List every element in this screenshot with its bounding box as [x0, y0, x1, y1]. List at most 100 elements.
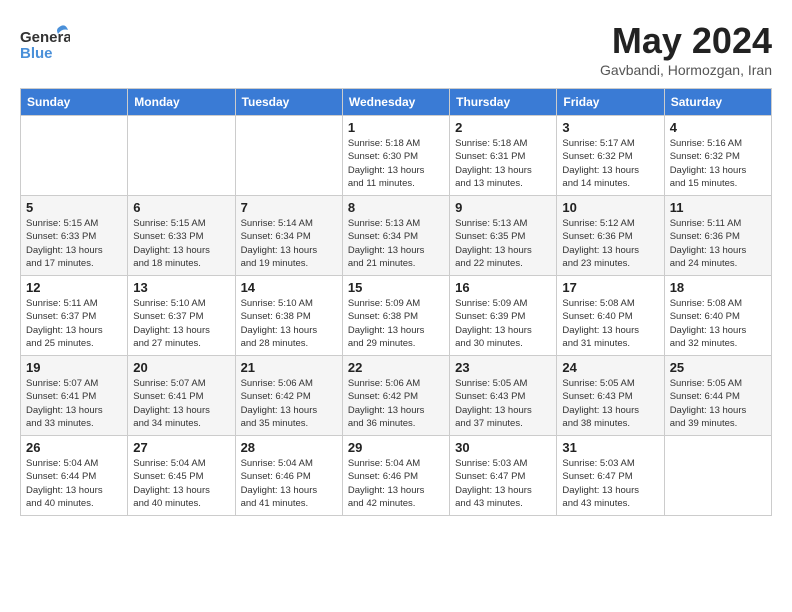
calendar-week-row: 19 Sunrise: 5:07 AM Sunset: 6:41 PM Dayli…	[21, 356, 772, 436]
day-info: Sunrise: 5:04 AM Sunset: 6:46 PM Dayligh…	[241, 457, 337, 510]
day-info: Sunrise: 5:10 AM Sunset: 6:37 PM Dayligh…	[133, 297, 229, 350]
day-info: Sunrise: 5:15 AM Sunset: 6:33 PM Dayligh…	[133, 217, 229, 270]
day-number: 27	[133, 440, 229, 455]
calendar-week-row: 5 Sunrise: 5:15 AM Sunset: 6:33 PM Daylig…	[21, 196, 772, 276]
day-number: 29	[348, 440, 444, 455]
calendar-cell: 9Sunrise: 5:13 AM Sunset: 6:35 PM Daylig…	[450, 196, 557, 276]
day-info: Sunrise: 5:18 AM Sunset: 6:31 PM Dayligh…	[455, 137, 551, 190]
calendar-cell: 3Sunrise: 5:17 AM Sunset: 6:32 PM Daylig…	[557, 116, 664, 196]
calendar-cell: 21Sunrise: 5:06 AM Sunset: 6:42 PM Dayli…	[235, 356, 342, 436]
day-number: 8	[348, 200, 444, 215]
calendar-cell: 25 Sunrise: 5:05 AM Sunset: 6:44 PM Dayli…	[664, 356, 771, 436]
calendar-cell: 26 Sunrise: 5:04 AM Sunset: 6:44 PM Dayli…	[21, 436, 128, 516]
calendar-cell: 10 Sunrise: 5:12 AM Sunset: 6:36 PM Dayli…	[557, 196, 664, 276]
calendar-cell: 18 Sunrise: 5:08 AM Sunset: 6:40 PM Dayli…	[664, 276, 771, 356]
day-number: 26	[26, 440, 122, 455]
calendar-cell: 4Sunrise: 5:16 AM Sunset: 6:32 PM Daylig…	[664, 116, 771, 196]
day-info: Sunrise: 5:14 AM Sunset: 6:34 PM Dayligh…	[241, 217, 337, 270]
day-number: 24	[562, 360, 658, 375]
day-info: Sunrise: 5:10 AM Sunset: 6:38 PM Dayligh…	[241, 297, 337, 350]
calendar-cell: 16 Sunrise: 5:09 AM Sunset: 6:39 PM Dayli…	[450, 276, 557, 356]
day-number: 30	[455, 440, 551, 455]
day-info: Sunrise: 5:05 AM Sunset: 6:43 PM Dayligh…	[562, 377, 658, 430]
weekday-header: Tuesday	[235, 89, 342, 116]
calendar-cell: 27Sunrise: 5:04 AM Sunset: 6:45 PM Dayli…	[128, 436, 235, 516]
day-info: Sunrise: 5:15 AM Sunset: 6:33 PM Dayligh…	[26, 217, 122, 270]
day-info: Sunrise: 5:04 AM Sunset: 6:44 PM Dayligh…	[26, 457, 122, 510]
day-info: Sunrise: 5:07 AM Sunset: 6:41 PM Dayligh…	[26, 377, 122, 430]
day-info: Sunrise: 5:18 AM Sunset: 6:30 PM Dayligh…	[348, 137, 444, 190]
calendar-table: SundayMondayTuesdayWednesdayThursdayFrid…	[20, 88, 772, 516]
day-number: 10	[562, 200, 658, 215]
location-text: Gavbandi, Hormozgan, Iran	[600, 62, 772, 78]
day-number: 2	[455, 120, 551, 135]
logo: General Blue	[20, 20, 70, 70]
calendar-week-row: 12 Sunrise: 5:11 AM Sunset: 6:37 PM Dayli…	[21, 276, 772, 356]
day-number: 16	[455, 280, 551, 295]
day-number: 15	[348, 280, 444, 295]
day-info: Sunrise: 5:03 AM Sunset: 6:47 PM Dayligh…	[455, 457, 551, 510]
day-info: Sunrise: 5:11 AM Sunset: 6:37 PM Dayligh…	[26, 297, 122, 350]
calendar-cell: 30 Sunrise: 5:03 AM Sunset: 6:47 PM Dayli…	[450, 436, 557, 516]
calendar-cell: 31 Sunrise: 5:03 AM Sunset: 6:47 PM Dayli…	[557, 436, 664, 516]
calendar-cell: 5 Sunrise: 5:15 AM Sunset: 6:33 PM Daylig…	[21, 196, 128, 276]
day-info: Sunrise: 5:04 AM Sunset: 6:46 PM Dayligh…	[348, 457, 444, 510]
day-number: 18	[670, 280, 766, 295]
day-info: Sunrise: 5:03 AM Sunset: 6:47 PM Dayligh…	[562, 457, 658, 510]
calendar-cell: 15 Sunrise: 5:09 AM Sunset: 6:38 PM Dayli…	[342, 276, 449, 356]
day-info: Sunrise: 5:12 AM Sunset: 6:36 PM Dayligh…	[562, 217, 658, 270]
day-number: 11	[670, 200, 766, 215]
calendar-cell: 1 Sunrise: 5:18 AM Sunset: 6:30 PM Daylig…	[342, 116, 449, 196]
calendar-cell	[128, 116, 235, 196]
title-block: May 2024 Gavbandi, Hormozgan, Iran	[600, 20, 772, 78]
calendar-cell: 13 Sunrise: 5:10 AM Sunset: 6:37 PM Dayli…	[128, 276, 235, 356]
day-number: 25	[670, 360, 766, 375]
day-number: 9	[455, 200, 551, 215]
weekday-header: Monday	[128, 89, 235, 116]
calendar-cell: 28 Sunrise: 5:04 AM Sunset: 6:46 PM Dayli…	[235, 436, 342, 516]
day-number: 7	[241, 200, 337, 215]
calendar-cell: 23Sunrise: 5:05 AM Sunset: 6:43 PM Dayli…	[450, 356, 557, 436]
calendar-cell: 24 Sunrise: 5:05 AM Sunset: 6:43 PM Dayli…	[557, 356, 664, 436]
calendar-cell: 12 Sunrise: 5:11 AM Sunset: 6:37 PM Dayli…	[21, 276, 128, 356]
month-title: May 2024	[600, 20, 772, 62]
day-number: 31	[562, 440, 658, 455]
calendar-cell: 20Sunrise: 5:07 AM Sunset: 6:41 PM Dayli…	[128, 356, 235, 436]
calendar-cell: 11Sunrise: 5:11 AM Sunset: 6:36 PM Dayli…	[664, 196, 771, 276]
day-number: 12	[26, 280, 122, 295]
calendar-week-row: 1 Sunrise: 5:18 AM Sunset: 6:30 PM Daylig…	[21, 116, 772, 196]
day-number: 3	[562, 120, 658, 135]
calendar-cell: 7 Sunrise: 5:14 AM Sunset: 6:34 PM Daylig…	[235, 196, 342, 276]
day-number: 1	[348, 120, 444, 135]
calendar-cell: 29 Sunrise: 5:04 AM Sunset: 6:46 PM Dayli…	[342, 436, 449, 516]
day-number: 14	[241, 280, 337, 295]
day-number: 17	[562, 280, 658, 295]
day-info: Sunrise: 5:07 AM Sunset: 6:41 PM Dayligh…	[133, 377, 229, 430]
svg-text:General: General	[20, 29, 70, 46]
weekday-header: Wednesday	[342, 89, 449, 116]
day-info: Sunrise: 5:08 AM Sunset: 6:40 PM Dayligh…	[670, 297, 766, 350]
day-info: Sunrise: 5:09 AM Sunset: 6:39 PM Dayligh…	[455, 297, 551, 350]
weekday-header: Friday	[557, 89, 664, 116]
day-info: Sunrise: 5:13 AM Sunset: 6:34 PM Dayligh…	[348, 217, 444, 270]
day-info: Sunrise: 5:05 AM Sunset: 6:44 PM Dayligh…	[670, 377, 766, 430]
logo-bird-icon: General Blue	[20, 20, 70, 70]
day-number: 5	[26, 200, 122, 215]
day-number: 6	[133, 200, 229, 215]
day-number: 22	[348, 360, 444, 375]
day-info: Sunrise: 5:06 AM Sunset: 6:42 PM Dayligh…	[241, 377, 337, 430]
day-number: 19	[26, 360, 122, 375]
weekday-header: Sunday	[21, 89, 128, 116]
calendar-cell: 17 Sunrise: 5:08 AM Sunset: 6:40 PM Dayli…	[557, 276, 664, 356]
calendar-cell	[235, 116, 342, 196]
calendar-cell	[21, 116, 128, 196]
calendar-cell: 2 Sunrise: 5:18 AM Sunset: 6:31 PM Daylig…	[450, 116, 557, 196]
weekday-header: Thursday	[450, 89, 557, 116]
day-info: Sunrise: 5:08 AM Sunset: 6:40 PM Dayligh…	[562, 297, 658, 350]
calendar-cell: 6 Sunrise: 5:15 AM Sunset: 6:33 PM Daylig…	[128, 196, 235, 276]
day-number: 13	[133, 280, 229, 295]
logo-svg: General Blue	[20, 20, 70, 70]
day-number: 28	[241, 440, 337, 455]
calendar-cell: 19 Sunrise: 5:07 AM Sunset: 6:41 PM Dayli…	[21, 356, 128, 436]
day-info: Sunrise: 5:09 AM Sunset: 6:38 PM Dayligh…	[348, 297, 444, 350]
